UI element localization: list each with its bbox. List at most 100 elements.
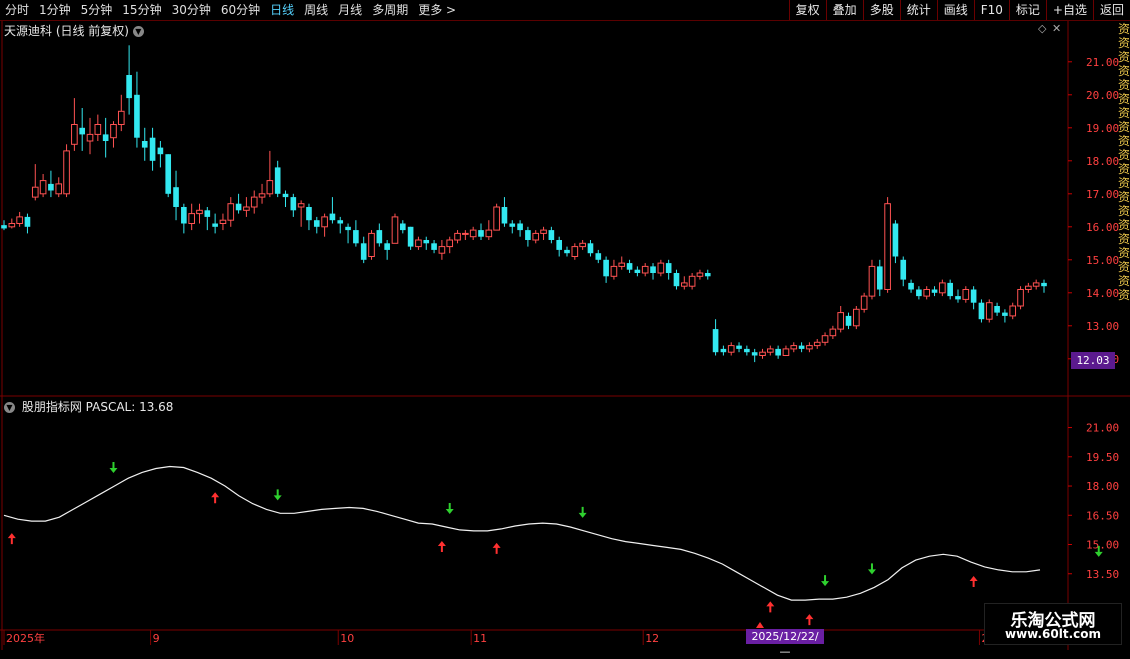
period-tab[interactable]: 60分钟 [216,0,265,20]
candle-body-up [1025,285,1032,291]
candle-body-up [469,229,477,238]
y-tick-label: 14.00 [1086,287,1119,300]
candle-body-up [55,183,63,195]
indicator-title[interactable]: ▼ 股朋指标网 PASCAL: 13.68 [4,398,173,415]
candle-body-up [571,246,579,258]
candle-body-up [39,180,47,195]
stock-title[interactable]: 天源迪科 (日线 前复权) ▼ [4,22,147,39]
sell-arrow [578,506,587,518]
y-tick-label: 19.00 [1086,122,1119,135]
candle-body-down [650,266,656,273]
cursor-date-tag: 2025/12/22/— [746,629,824,658]
candle-body-up [680,282,688,287]
period-tab[interactable]: 分时 [0,0,34,20]
y-tick-label: 13.00 [1086,320,1119,333]
candle-body-down [353,230,359,244]
candle-body-down [181,207,187,224]
candle-body-down [360,243,367,260]
candle-body-up [110,124,117,139]
candle-body-up [8,223,16,228]
y-tick-label: 15.00 [1086,254,1119,267]
candle-body-up [641,265,649,274]
tool-button[interactable]: +自选 [1045,0,1093,20]
candle-body-up [829,328,837,337]
candle-body-down [407,226,414,247]
tool-button[interactable]: 画线 [936,0,974,20]
tool-button[interactable]: 返回 [1092,0,1130,20]
x-tick-label: 2025年 [6,631,45,645]
candle-body-down [345,226,351,231]
sell-arrow [445,502,454,514]
x-tick-label: 12 [645,632,659,645]
candle-body-down [478,230,484,237]
candle-body-down [751,352,758,356]
candle-body-up [759,351,766,357]
tool-button[interactable]: 多股 [862,0,900,20]
y-tick-label: 15.00 [1086,539,1119,552]
buy-arrow [437,540,446,552]
candle-body-up [579,242,586,248]
period-tab[interactable]: 更多 > [413,0,461,20]
candle-body-down [306,207,312,221]
candle-body-down [290,197,297,211]
candle-body-up [446,239,454,248]
candle-body-up [790,345,798,350]
candle-body-up [923,289,931,297]
candle-body-down [134,94,140,138]
candle-body-down [978,302,985,320]
candle-body-up [94,124,102,135]
candle-body-up [71,124,78,145]
period-tab[interactable]: 1分钟 [34,0,76,20]
candle-body-down [157,147,164,155]
y-tick-label: 18.00 [1086,155,1119,168]
candle-body-up [696,272,704,277]
candle-body-down [548,230,555,240]
chart-canvas[interactable]: 21.00 20.00 19.00 18.00 17.00 16.00 15.00 14.00… [0,0,1130,650]
tool-button[interactable]: 叠加 [825,0,863,20]
cursor-marker [756,622,764,628]
chevron-down-icon[interactable]: ▼ [4,402,15,413]
chevron-down-icon[interactable]: ▼ [132,26,144,37]
candle-body-down [509,223,516,227]
candle-body-up [1032,282,1040,287]
tool-button[interactable]: 标记 [1008,0,1046,20]
y-tick-label: 21.00 [1086,422,1119,435]
candle-body-down [525,230,531,240]
candle-body-up [727,345,735,353]
candle-body-up [266,180,274,195]
right-info-strip[interactable]: 资资资资资资资资资资资资资资资资资资资资 [1118,22,1130,302]
candle-body-down [384,243,390,250]
x-tick-label: 10 [340,632,354,645]
candle-body-up [250,196,258,208]
period-tab[interactable]: 月线 [333,0,367,20]
candle-body-up [610,265,618,277]
period-toolbar: 分时 1分钟 5分钟 15分钟 30分钟 60分钟 日线 周线 月线 多周期 更多 > 复权 叠加 多股… [0,0,1130,21]
candle-body-down [955,296,961,300]
candle-body-up [219,219,227,224]
close-icon[interactable]: ✕ [1052,22,1061,35]
buy-arrow [766,601,775,613]
candle-body-down [665,263,672,273]
diamond-icon[interactable]: ◇ [1038,22,1046,35]
candle-body-up [243,206,250,211]
y-tick-label: 13.50 [1086,568,1119,581]
tool-button[interactable]: F10 [973,0,1009,20]
tool-button[interactable]: 复权 [788,0,826,20]
candle-body-up [1017,289,1024,307]
period-tab[interactable]: 15分钟 [117,0,166,20]
period-tab[interactable]: 周线 [299,0,333,20]
candle-body-up [837,312,845,330]
candle-body-down [634,269,641,273]
tool-button[interactable]: 统计 [899,0,937,20]
period-tab[interactable]: 日线 [265,0,299,20]
period-tab[interactable]: 多周期 [367,0,413,20]
candle-body-down [947,282,953,297]
candle-body-up [391,216,399,244]
period-tab[interactable]: 5分钟 [76,0,118,20]
pascal-line [3,465,1041,601]
candle-body-up [63,150,70,195]
candle-body-up [884,203,891,290]
candle-body-down [603,259,609,277]
candle-body-up [813,341,821,347]
period-tab[interactable]: 30分钟 [167,0,216,20]
